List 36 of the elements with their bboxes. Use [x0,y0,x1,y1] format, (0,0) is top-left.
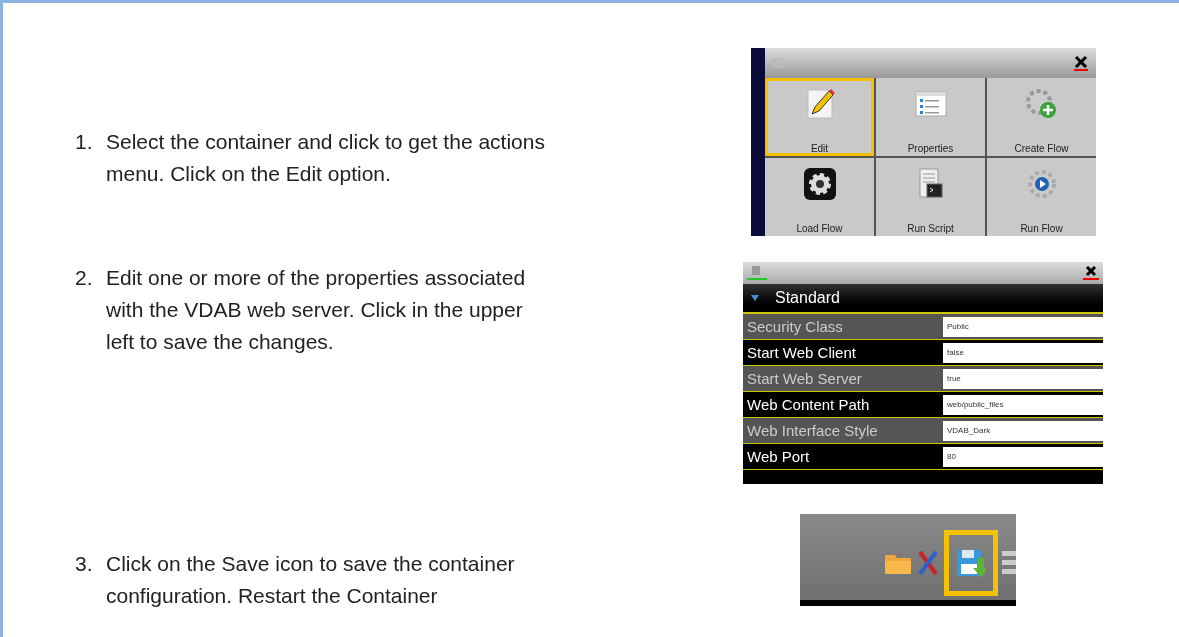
screwdriver-wrench-icon[interactable] [916,548,940,578]
menu-tile[interactable]: Edit [765,78,874,156]
tile-label: Properties [907,144,954,154]
tile-label: Run Script [907,224,954,234]
property-label: Start Web Server [743,366,943,391]
menu-tile[interactable]: Load Flow [765,158,874,236]
property-value-field[interactable]: VDAB_Dark [943,420,1103,441]
property-value-field[interactable]: false [943,342,1103,363]
step-number: 2. [75,265,94,291]
tile-label: Create Flow [1014,144,1069,154]
step-text: Edit one or more of the properties associated with the VDAB web server. Click in the upper left to save the changes. [106,265,527,355]
tile-label: Edit [810,144,829,154]
step-text: Click on the Save icon to save the container configuration. Restart the Container [106,551,516,609]
property-label: Security Class [743,314,943,339]
tile-label: Load Flow [796,224,843,234]
property-value-field[interactable]: 80 [943,446,1103,467]
tile-label: Run Flow [1020,224,1063,234]
close-icon[interactable] [1074,55,1088,71]
menu-tile[interactable]: Create Flow [987,78,1096,156]
property-value-field[interactable]: true [943,368,1103,389]
close-icon[interactable] [1083,266,1099,280]
section-title: Standard [775,288,840,308]
property-label: Web Interface Style [743,418,943,443]
step-number: 1. [75,129,94,155]
menu-tile[interactable]: Properties [876,78,985,156]
list-icon[interactable] [1002,549,1016,577]
menu-tile[interactable]: Run Script [876,158,985,236]
menu-tile[interactable]: Run Flow [987,158,1096,236]
property-value-field[interactable]: Public [943,316,1103,337]
save-icon[interactable] [956,548,986,578]
step-text: Select the container and click to get the actions menu. Click on the Edit option. [106,129,546,187]
property-value-field[interactable]: web/public_files [943,394,1103,415]
expanded-triangle-icon [751,295,759,301]
gear-icon [801,166,838,202]
step-number: 3. [75,551,94,577]
section-header[interactable]: Standard [743,284,1103,314]
